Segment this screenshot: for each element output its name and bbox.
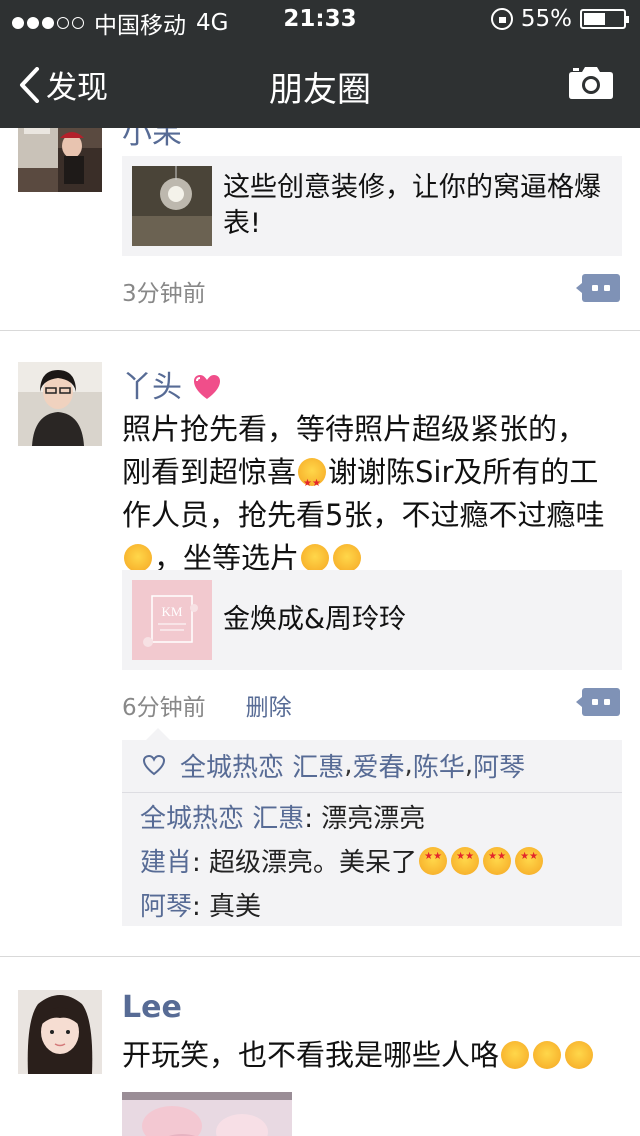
post-time: 6分钟前 [122, 695, 206, 721]
like-user[interactable]: 爱春 [353, 747, 405, 784]
smile-emoji-icon [301, 544, 330, 572]
author-name: 丫头 [122, 370, 182, 405]
star-eyes-emoji-icon [483, 847, 512, 875]
comment-author[interactable]: 阿琴 [140, 892, 192, 922]
heart-emoji-icon [193, 375, 220, 399]
star-eyes-emoji-icon [419, 847, 448, 875]
likes-comments-box: 全城热恋 汇惠, 爱春, 陈华, 阿琴 全城热恋 汇惠: 漂亮漂亮 建肖: 超级… [122, 728, 622, 926]
post-author[interactable]: 小呆 [122, 128, 182, 152]
post-image[interactable] [122, 1092, 292, 1136]
text-span: 谢谢陈Sir及所有的工 [328, 455, 599, 489]
moments-feed[interactable]: 小呆 这些创意装修，让你的窝逼格爆表! 3分钟前 丫头 照片抢先看，等待照片超级… [0, 128, 640, 1136]
like-separator: , [464, 750, 474, 780]
post-text: 开玩笑，也不看我是哪些人咯 [122, 1034, 622, 1077]
star-eyes-emoji-icon [515, 847, 544, 875]
status-bar: 中国移动 4G 21:33 55% [0, 0, 640, 40]
like-user[interactable]: 全城热恋 汇惠 [180, 747, 344, 784]
comment-author[interactable]: 建肖 [140, 848, 192, 878]
thinking-emoji-icon [565, 1041, 594, 1069]
star-eyes-emoji-icon [451, 847, 480, 875]
avatar[interactable] [18, 128, 102, 192]
shared-link-card[interactable]: 这些创意装修，让你的窝逼格爆表! [122, 156, 622, 256]
comment-colon: : [304, 804, 322, 834]
link-thumbnail: KM [132, 580, 212, 660]
delete-button[interactable]: 删除 [246, 688, 292, 722]
like-separator: , [404, 750, 413, 780]
text-span: 刚看到超惊喜 [122, 455, 297, 489]
comment-item[interactable]: 阿琴: 真美 [140, 886, 261, 923]
divider [0, 956, 640, 957]
like-separator: , [344, 750, 353, 780]
post-text-line: 照片抢先看，等待照片超级紧张的， [122, 412, 587, 446]
comment-button[interactable] [576, 688, 620, 716]
post-text: 照片抢先看，等待照片超级紧张的， 刚看到超惊喜谢谢陈Sir及所有的工 作人员，抢… [122, 408, 622, 580]
page-title: 朋友圈 [269, 70, 371, 110]
comment-author[interactable]: 全城热恋 汇惠 [140, 804, 304, 834]
camera-button[interactable] [568, 64, 614, 104]
heart-outline-icon [142, 754, 166, 776]
divider [122, 792, 622, 793]
shared-link-card[interactable]: KM 金焕成&周玲玲 [122, 570, 622, 670]
thinking-emoji-icon [501, 1041, 530, 1069]
comment-text: 真美 [209, 892, 262, 922]
comment-button[interactable] [576, 274, 620, 302]
text-span: 开玩笑，也不看我是哪些人咯 [122, 1038, 500, 1072]
comment-item[interactable]: 建肖: 超级漂亮。美呆了 [140, 842, 545, 879]
post-meta: 3分钟前 [122, 274, 206, 308]
post-author[interactable]: Lee [122, 990, 182, 1025]
avatar[interactable] [18, 990, 102, 1074]
rotation-lock-icon [490, 8, 513, 30]
post-text-line: 作人员，抢先看5张，不过瘾不过瘾哇 [122, 498, 605, 532]
comment-text: 漂亮漂亮 [321, 804, 426, 834]
thinking-emoji-icon [533, 1041, 562, 1069]
like-user[interactable]: 阿琴 [473, 747, 525, 784]
svg-text:KM: KM [162, 604, 183, 619]
link-thumbnail [132, 166, 212, 246]
battery-percent: 55% [520, 6, 572, 32]
divider [0, 330, 640, 331]
tears-of-joy-emoji-icon [124, 544, 152, 572]
post-meta: 6分钟前 删除 [122, 688, 292, 722]
navigation-bar: 发现 朋友圈 [0, 40, 640, 128]
link-title: 这些创意装修，让你的窝逼格爆表! [223, 172, 601, 239]
like-user[interactable]: 陈华 [413, 747, 465, 784]
post-text-line: 刚看到超惊喜谢谢陈Sir及所有的工 [122, 451, 622, 505]
camera-icon [569, 67, 613, 99]
comment-text: 超级漂亮。美呆了 [209, 848, 418, 878]
avatar[interactable] [18, 362, 102, 446]
post-author[interactable]: 丫头 [122, 362, 222, 406]
star-eyes-emoji-icon [298, 458, 327, 505]
battery-icon [580, 9, 629, 29]
post-time: 3分钟前 [122, 281, 206, 307]
top-bar: 中国移动 4G 21:33 55% 发现 朋友圈 [0, 0, 640, 128]
link-title: 金焕成&周玲玲 [223, 604, 407, 635]
comment-colon: : [192, 892, 210, 922]
smile-emoji-icon [333, 544, 362, 572]
comment-colon: : [192, 848, 210, 878]
comment-item[interactable]: 全城热恋 汇惠: 漂亮漂亮 [140, 798, 425, 835]
likes-row: 全城热恋 汇惠, 爱春, 陈华, 阿琴 [122, 740, 622, 790]
